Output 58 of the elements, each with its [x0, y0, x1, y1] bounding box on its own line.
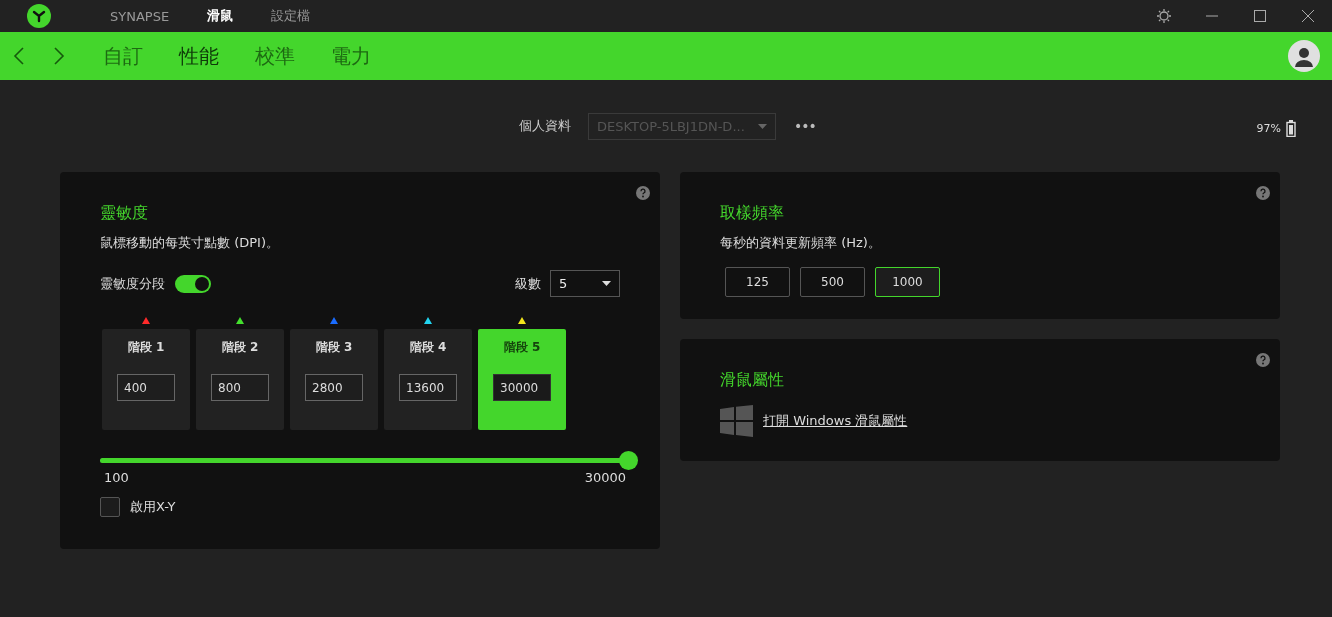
slider-min: 100	[104, 470, 129, 485]
triangle-icon	[424, 317, 432, 324]
dpi-input[interactable]: 2800	[305, 374, 363, 401]
stage-label: 階段 5	[503, 339, 541, 356]
dpi-input[interactable]: 13600	[399, 374, 457, 401]
windows-properties-link[interactable]: 打開 Windows 滑鼠屬性	[763, 412, 908, 430]
caret-icon	[758, 123, 767, 129]
toggle-label: 靈敏度分段	[100, 274, 165, 293]
stage-label: 階段 4	[409, 339, 447, 356]
dpi-input[interactable]: 400	[117, 374, 175, 401]
card-title: 取樣頻率	[720, 203, 785, 224]
help-icon[interactable]	[636, 186, 650, 200]
count-label: 級數	[515, 274, 541, 293]
card-description: 鼠標移動的每英寸點數 (DPI)。	[100, 234, 280, 252]
section-tab[interactable]: 性能	[170, 42, 228, 70]
maximize-icon[interactable]	[1254, 10, 1266, 22]
section-tab[interactable]: 校準	[246, 42, 304, 70]
windows-logo-icon	[720, 405, 753, 437]
top-tab[interactable]: SYNAPSE	[91, 8, 189, 24]
stage-card[interactable]: 階段 2 800	[196, 329, 284, 430]
logo-icon	[27, 4, 51, 28]
section-tab[interactable]: 電力	[322, 42, 380, 70]
profile-label: 個人資料	[519, 117, 571, 135]
help-icon[interactable]	[1256, 186, 1270, 200]
toggle-switch[interactable]	[175, 274, 211, 293]
slider-max: 30000	[584, 470, 626, 485]
triangle-icon	[518, 317, 526, 324]
help-icon[interactable]	[1256, 353, 1270, 367]
count-dropdown[interactable]: 5	[550, 270, 620, 297]
stage-label: 階段 3	[315, 339, 353, 356]
stage-label: 階段 1	[127, 339, 165, 356]
stage-card[interactable]: 階段 4 13600	[384, 329, 472, 430]
avatar-icon[interactable]	[1288, 40, 1320, 72]
card-title: 靈敏度	[100, 203, 149, 224]
dpi-input[interactable]: 800	[211, 374, 269, 401]
stage-card[interactable]: 階段 3 2800	[290, 329, 378, 430]
battery-icon	[1286, 120, 1296, 137]
caret-icon	[602, 281, 611, 286]
rate-option[interactable]: 125	[725, 267, 790, 297]
triangle-icon	[330, 317, 338, 324]
settings-icon[interactable]	[1157, 9, 1171, 23]
triangle-icon	[142, 317, 150, 324]
dpi-input[interactable]: 30000	[493, 374, 551, 401]
stage-card[interactable]: 階段 1 400	[102, 329, 190, 430]
triangle-icon	[236, 317, 244, 324]
rate-option[interactable]: 1000	[875, 267, 940, 297]
battery-reading: 97%	[1256, 122, 1281, 135]
close-icon[interactable]	[1302, 10, 1314, 22]
checkbox[interactable]	[100, 497, 120, 517]
top-tab[interactable]: 滑鼠	[188, 7, 253, 25]
stage-label: 階段 2	[221, 339, 259, 356]
top-tab[interactable]: 設定檔	[252, 7, 330, 25]
stage-card[interactable]: 階段 5 30000	[478, 329, 566, 430]
card-description: 每秒的資料更新頻率 (Hz)。	[720, 234, 882, 252]
rate-option[interactable]: 500	[800, 267, 865, 297]
more-button[interactable]: •••	[788, 117, 822, 135]
checkbox-label: 啟用X-Y	[130, 498, 176, 516]
card-title: 滑鼠屬性	[720, 370, 785, 391]
